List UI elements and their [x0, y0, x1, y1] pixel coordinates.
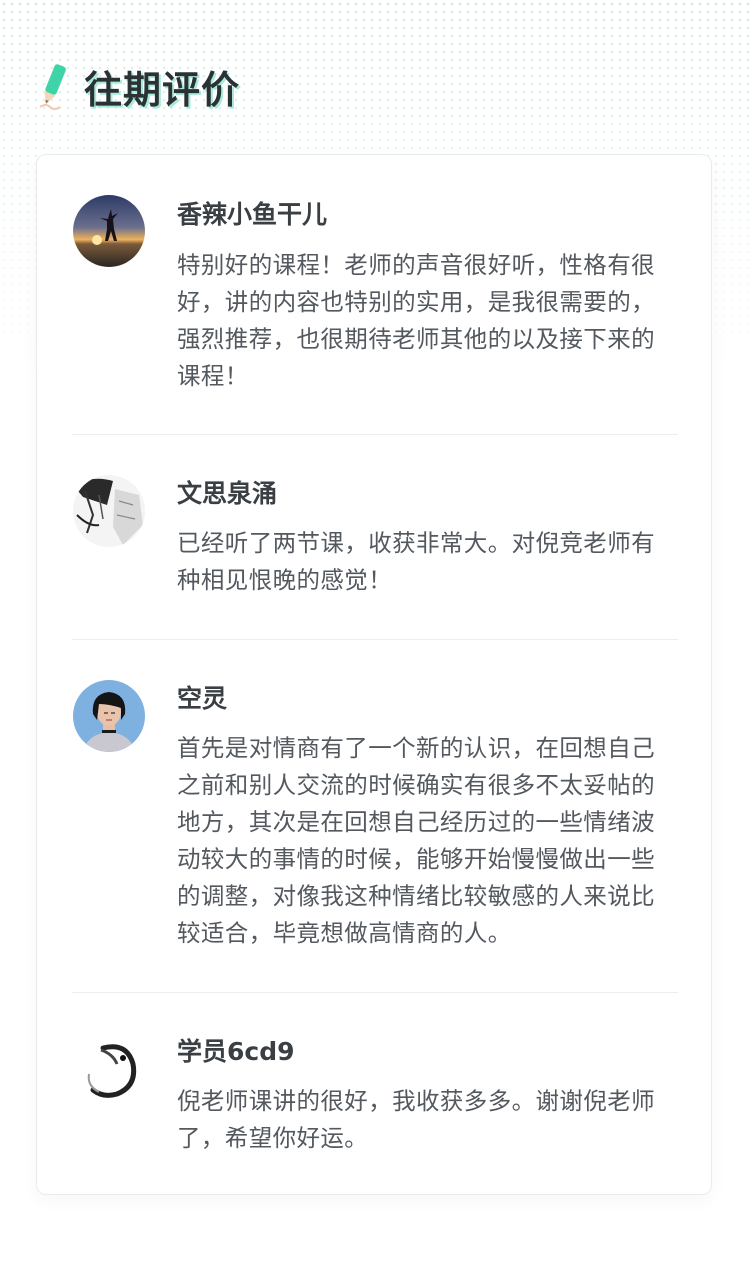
girl-portrait-avatar — [73, 680, 145, 752]
reviewer-name: 香辣小鱼干儿 — [177, 200, 328, 229]
reviewer-name: 学员6cd9 — [177, 1037, 295, 1066]
reviews-card: 香辣小鱼干儿 特别好的课程！老师的声音很好听，性格有很好，讲的内容也特别的实用，… — [36, 154, 712, 1195]
reviewer-name: 空灵 — [177, 684, 228, 713]
reviewer-name: 文思泉涌 — [177, 479, 278, 508]
review-comment: 倪老师课讲的很好，我收获多多。谢谢倪老师了，希望你好运。 — [177, 1087, 655, 1152]
pencil-icon — [39, 64, 66, 110]
divider — [72, 992, 678, 993]
review-comment: 已经听了两节课，收获非常大。对倪竞老师有种相见恨晚的感觉！ — [177, 529, 655, 594]
divider — [72, 639, 678, 640]
section-header: 往期评价 — [36, 58, 240, 114]
review-comment: 首先是对情商有了一个新的认识，在回想自己之前和别人交流的时候确实有很多不太妥帖的… — [177, 734, 655, 947]
review-comment: 特别好的课程！老师的声音很好听，性格有很好，讲的内容也特别的实用，是我很需要的，… — [177, 251, 655, 390]
divider — [72, 434, 678, 435]
section-title: 往期评价 — [84, 67, 241, 112]
sketch-portrait-avatar — [73, 475, 145, 547]
ink-swirl-avatar — [73, 1034, 145, 1106]
sunset-silhouette-avatar — [73, 195, 145, 267]
